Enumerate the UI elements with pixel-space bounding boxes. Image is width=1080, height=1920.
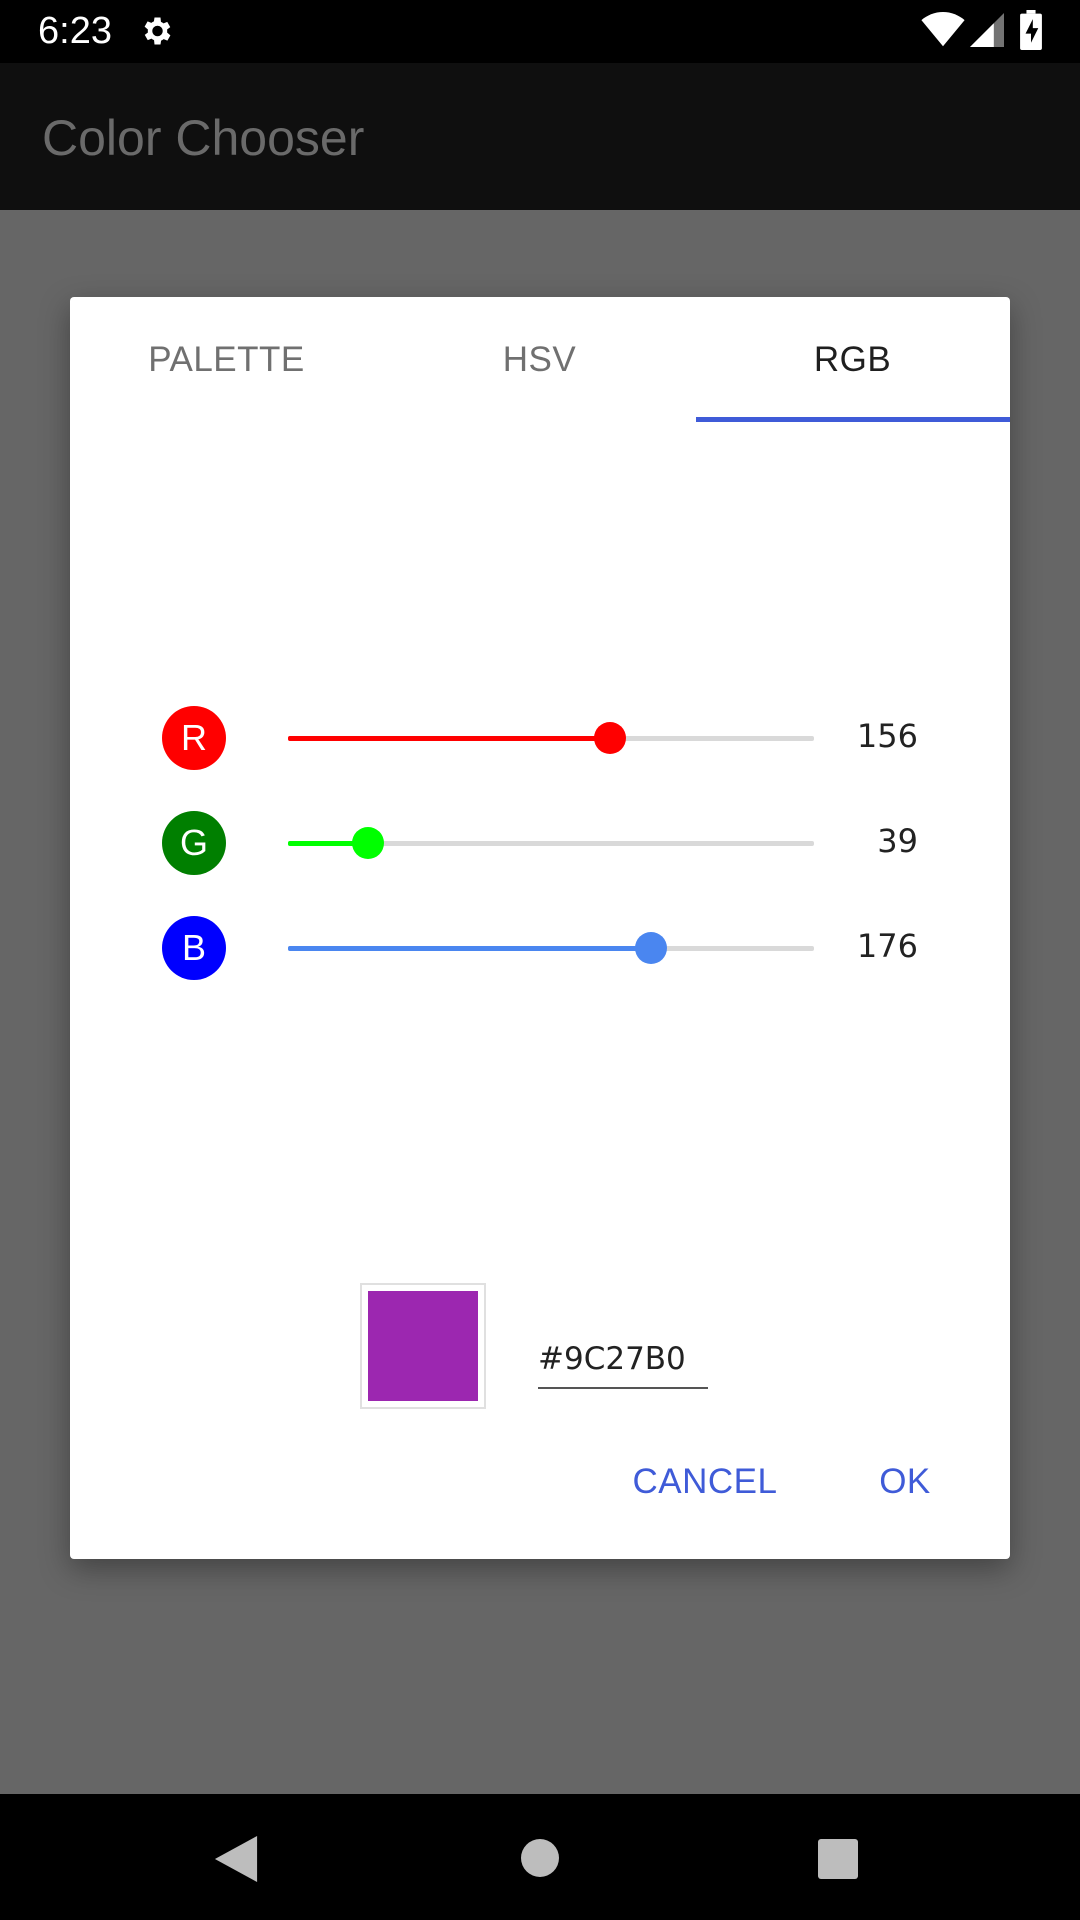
green-value: 39 [877,822,918,860]
red-slider[interactable] [288,722,814,754]
green-channel-badge: G [162,811,226,875]
app-bar: Color Chooser [0,63,1080,210]
screen: 6:23 Color Chooser PALETTE HSV RGB R 156… [0,0,1080,1920]
status-bar: 6:23 [0,0,1080,63]
battery-charging-icon [1020,10,1042,50]
hex-input[interactable] [538,1337,708,1389]
recents-icon[interactable] [818,1839,858,1879]
back-icon[interactable] [214,1836,258,1882]
status-time: 6:23 [38,10,112,52]
blue-slider-fill [288,946,652,951]
home-icon[interactable] [521,1839,559,1877]
red-slider-thumb[interactable] [593,722,626,754]
blue-value: 176 [856,927,918,965]
color-preview-swatch [368,1291,478,1401]
tab-indicator [696,417,1010,422]
app-title: Color Chooser [42,110,365,166]
red-value: 156 [856,717,918,755]
blue-slider-thumb[interactable] [635,932,668,964]
blue-channel-row: B 176 [70,913,1010,983]
red-slider-fill [288,736,610,741]
red-channel-row: R 156 [70,703,1010,773]
color-chooser-dialog: PALETTE HSV RGB R 156 G 39 B 176 #9C27B0… [70,297,1010,1559]
red-channel-badge: R [162,706,226,770]
tab-bar: PALETTE HSV RGB [70,297,1010,423]
tab-rgb[interactable]: RGB [696,297,1009,423]
green-channel-row: G 39 [70,808,1010,878]
nav-bar [0,1794,1080,1920]
wifi-icon [921,12,965,47]
green-slider[interactable] [288,827,814,859]
color-preview-frame [360,1283,486,1409]
ok-button[interactable]: OK [850,1447,960,1517]
tab-palette[interactable]: PALETTE [70,297,383,423]
tab-hsv[interactable]: HSV [383,297,696,423]
cancel-button[interactable]: CANCEL [620,1447,790,1517]
gear-icon [144,17,171,45]
green-slider-thumb[interactable] [352,827,385,859]
blue-channel-badge: B [162,916,226,980]
signal-icon [970,13,1004,47]
blue-slider[interactable] [288,932,814,964]
